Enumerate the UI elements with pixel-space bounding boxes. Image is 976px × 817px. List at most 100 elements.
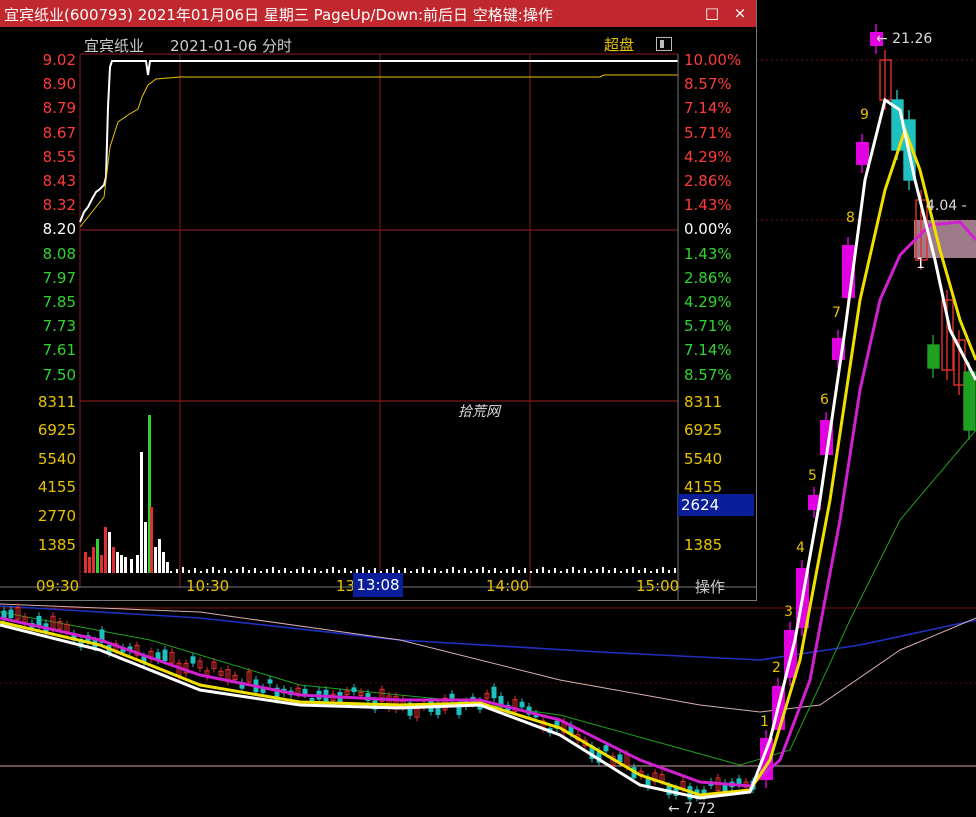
volume-bar (656, 569, 658, 573)
percent-tick-label: 7.14% (684, 99, 732, 118)
panel-toggle-icon[interactable] (656, 37, 672, 51)
volume-bar (154, 547, 157, 573)
volume-tick-label: 2770 (37, 507, 76, 525)
volume-bar (644, 568, 646, 573)
volume-bar (284, 568, 286, 573)
percent-tick-label: 1.43% (684, 244, 732, 263)
window-title: 宜宾纸业(600793) 2021年01月06日 星期三 PageUp/Down… (4, 6, 553, 24)
volume-bar (338, 570, 340, 573)
volume-tick-label-right: 8311 (684, 393, 723, 411)
price-tick-label: 8.32 (42, 196, 76, 215)
volume-bar (140, 452, 143, 573)
volume-bar (452, 567, 454, 573)
percent-tick-label: 4.29% (684, 147, 732, 166)
volume-bar (254, 568, 256, 573)
volume-bar (590, 571, 592, 573)
time-tick-label: 14:00 (486, 577, 530, 595)
close-icon[interactable]: × (730, 3, 750, 23)
price-tick-label: 7.85 (42, 293, 76, 311)
sequence-count-label: 1 (760, 714, 769, 730)
volume-bar (596, 569, 598, 573)
volume-bar (506, 569, 508, 573)
kline-candle (603, 745, 609, 752)
ma120-line (0, 605, 976, 661)
volume-bar (542, 567, 544, 573)
volume-bar (302, 567, 304, 573)
volume-bar (584, 568, 586, 573)
sequence-count-label: 8 (846, 210, 855, 226)
volume-bar (530, 571, 532, 573)
volume-bar (314, 568, 316, 573)
price-tick-label: 8.55 (42, 147, 76, 166)
time-tick-label: 10:30 (186, 577, 230, 595)
volume-bar (136, 555, 139, 573)
sequence-count-label: 9 (860, 107, 869, 123)
volume-tick-label-right: 5540 (684, 450, 723, 468)
average-price-line (79, 74, 678, 228)
intraday-chart[interactable] (0, 27, 756, 600)
box-count-label: 1 (916, 256, 925, 272)
volume-bar (266, 569, 268, 573)
volume-bar (88, 557, 91, 573)
volume-bar (84, 552, 87, 573)
volume-bar (458, 570, 460, 573)
volume-bar (230, 571, 232, 573)
time-tick-label: 09:30 (36, 577, 80, 595)
volume-bar (602, 567, 604, 573)
volume-bar (578, 570, 580, 573)
volume-bar (272, 567, 274, 573)
kline-candle (491, 686, 497, 699)
volume-bar (320, 571, 322, 573)
volume-bar (278, 570, 280, 573)
sequence-count-label: 3 (784, 604, 793, 620)
volume-bar (332, 567, 334, 573)
volume-bar (224, 568, 226, 573)
volume-bar (112, 547, 115, 573)
volume-bar (620, 571, 622, 573)
volume-bar (608, 570, 610, 573)
volume-bar (524, 568, 526, 573)
percent-tick-label: 8.57% (684, 75, 732, 94)
volume-bar (104, 527, 107, 573)
kline-candle (519, 701, 525, 708)
volume-bar (572, 567, 574, 573)
volume-bar (422, 567, 424, 573)
volume-bar (248, 570, 250, 573)
operate-button[interactable]: 操作 (695, 576, 725, 597)
volume-bar (194, 568, 196, 573)
price-tick-label: 7.97 (42, 268, 76, 287)
volume-bar (494, 568, 496, 573)
volume-bar (446, 569, 448, 573)
kline-candle (190, 656, 196, 664)
volume-bar (200, 571, 202, 573)
volume-bar (144, 522, 147, 573)
price-box (914, 220, 976, 258)
percent-tick-label: 8.57% (684, 365, 732, 384)
volume-bar (410, 571, 412, 573)
volume-bar (150, 507, 153, 573)
volume-bar (626, 569, 628, 573)
time-tick-label: 15:00 (636, 577, 680, 595)
kline-high-label: ← 21.26 (876, 31, 933, 47)
percent-tick-label: 4.29% (684, 293, 732, 311)
restore-icon[interactable]: □ (702, 3, 722, 23)
price-tick-label: 7.61 (42, 341, 76, 360)
volume-bar (182, 567, 184, 573)
percent-tick-label: 2.86% (684, 172, 732, 190)
percent-tick-label: 5.71% (684, 317, 732, 336)
volume-bar (614, 568, 616, 573)
kline-candle (963, 371, 976, 431)
price-tick-label: 9.02 (42, 51, 76, 69)
price-tick-label: 8.20 (42, 220, 76, 239)
price-tick-label: 8.08 (42, 244, 76, 263)
volume-bar (100, 555, 103, 573)
kline-candle (351, 687, 357, 693)
volume-bar (548, 570, 550, 573)
kline-low-label: ← 7.72 (668, 801, 716, 817)
title-bar[interactable]: 宜宾纸业(600793) 2021年01月06日 星期三 PageUp/Down… (0, 0, 756, 27)
mode-label[interactable]: 超盘 (604, 34, 634, 55)
intraday-popup-window[interactable]: 宜宾纸业(600793) 2021年01月06日 星期三 PageUp/Down… (0, 0, 757, 601)
volume-bar (674, 568, 676, 573)
chart-date: 2021-01-06 分时 (170, 37, 292, 55)
price-line (79, 60, 678, 223)
